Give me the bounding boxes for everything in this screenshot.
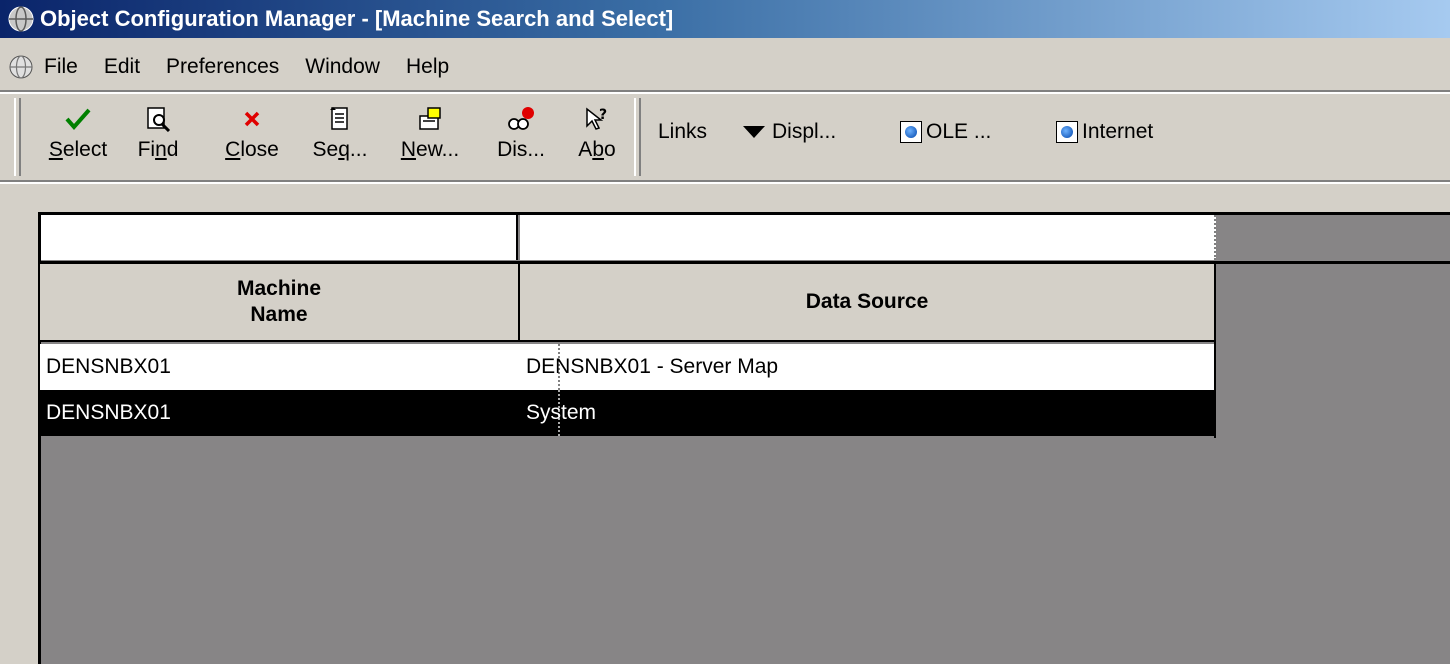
new-icon: [419, 107, 441, 130]
sequence-icon: [330, 107, 348, 130]
app-globe-icon: [8, 6, 34, 32]
links-menu[interactable]: Links: [658, 120, 707, 144]
menu-help[interactable]: Help: [393, 55, 462, 79]
label-part: b: [592, 138, 604, 161]
toolbar-grip[interactable]: [634, 98, 641, 176]
label-part: ew...: [415, 138, 460, 161]
ole-link[interactable]: OLE ...: [900, 120, 991, 144]
window-title: Object Configuration Manager - [Machine …: [40, 6, 674, 31]
data-source-cell: System: [526, 401, 597, 424]
toolbar: Select Find Close Seq... New... Dis... ?…: [0, 96, 1450, 180]
close-x-icon: [244, 111, 260, 127]
menu-bar: File Edit Preferences Window Help: [0, 44, 1450, 90]
divider: [0, 182, 1450, 184]
links-label: Links: [658, 120, 708, 143]
grid-border: [1214, 264, 1216, 438]
table-row[interactable]: DENSNBX01 System: [40, 390, 1216, 436]
label-part: o: [604, 138, 616, 161]
header-text: Data Source: [805, 290, 929, 313]
menu-edit[interactable]: Edit: [91, 55, 153, 79]
label-part: d: [166, 138, 179, 161]
qbe-data-source-field[interactable]: [520, 212, 1216, 260]
menu-preferences[interactable]: Preferences: [153, 55, 292, 79]
label-part: n: [155, 138, 167, 161]
label-part: q: [338, 138, 350, 161]
select-button[interactable]: Select: [38, 100, 118, 176]
header-text: Machine: [236, 277, 322, 300]
internet-link[interactable]: Internet: [1056, 120, 1153, 144]
label-part: Dis: [497, 138, 528, 161]
machine-name-cell: DENSNBX01: [46, 401, 171, 424]
close-button[interactable]: Close: [214, 100, 290, 176]
system-menu-icon[interactable]: [8, 54, 34, 80]
svg-text:?: ?: [599, 107, 607, 123]
machine-name-cell: DENSNBX01: [46, 355, 171, 378]
title-bar: Object Configuration Manager - [Machine …: [0, 0, 1450, 38]
column-header-machine-name[interactable]: Machine Name: [40, 264, 520, 342]
toolbar-grip[interactable]: [14, 98, 21, 176]
menu-window[interactable]: Window: [292, 55, 393, 79]
label-part: S: [48, 138, 63, 161]
table-row[interactable]: DENSNBX01 DENSNBX01 - Server Map: [40, 344, 1216, 390]
internet-label: Internet: [1082, 120, 1154, 143]
sequence-button[interactable]: Seq...: [302, 100, 378, 176]
about-button[interactable]: ? Abo: [570, 100, 624, 176]
label-part: lose: [240, 138, 279, 161]
label-part: A: [578, 138, 593, 161]
divider: [0, 92, 1450, 94]
label-part: ...: [349, 138, 368, 161]
query-by-example-row: [40, 212, 1450, 262]
label-part: Se: [312, 138, 339, 161]
grid-border: [40, 212, 1450, 215]
label-part: elect: [62, 138, 108, 161]
label-part: ...: [527, 138, 545, 161]
display-icon: [508, 107, 534, 130]
internet-icon: [1056, 121, 1078, 143]
find-button[interactable]: Find: [126, 100, 190, 176]
display-menu[interactable]: Displ...: [742, 120, 836, 144]
qbe-machine-name-field[interactable]: [40, 212, 518, 260]
label-part: Fi: [137, 138, 156, 161]
label-part: N: [400, 138, 416, 161]
checkmark-icon: [65, 108, 91, 131]
header-text: Name: [250, 303, 308, 326]
new-button[interactable]: New...: [392, 100, 468, 176]
menu-file[interactable]: File: [44, 55, 91, 79]
ole-label: OLE ...: [926, 120, 992, 143]
column-header-data-source[interactable]: Data Source: [520, 264, 1216, 342]
dropdown-triangle-icon: [743, 126, 765, 138]
label-part: C: [225, 138, 241, 161]
find-icon: [147, 107, 171, 132]
display-button[interactable]: Dis...: [488, 100, 554, 176]
data-source-cell: DENSNBX01 - Server Map: [526, 355, 779, 378]
about-icon: ?: [586, 107, 607, 130]
ole-icon: [900, 121, 922, 143]
display-label: Displ...: [772, 120, 837, 143]
